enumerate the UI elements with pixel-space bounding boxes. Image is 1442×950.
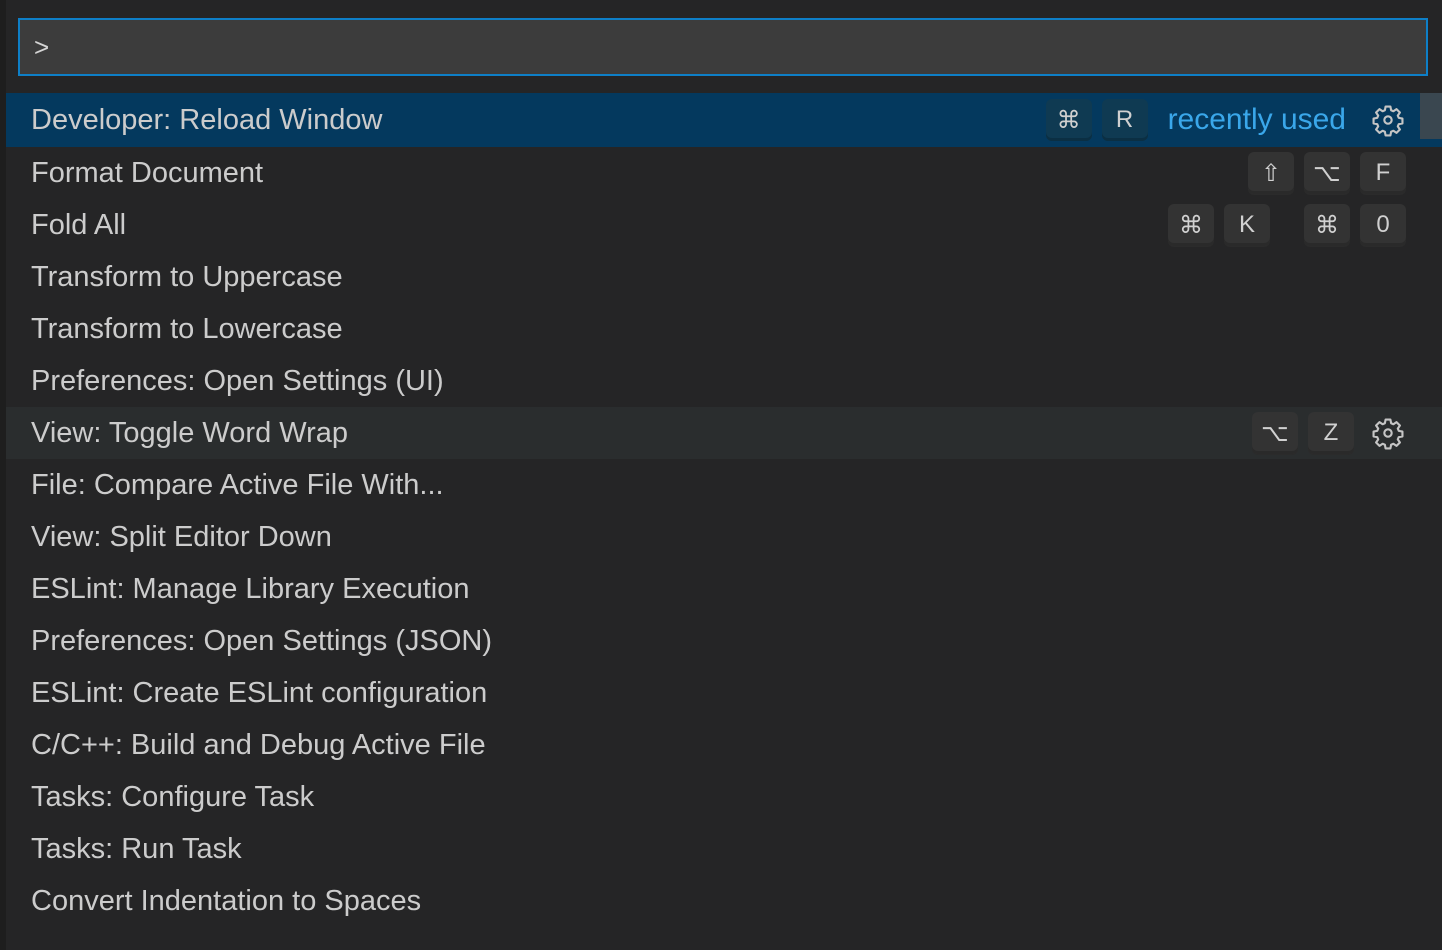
command-keybinding: ⌥ Z — [1252, 407, 1406, 459]
command-item[interactable]: Format Document ⇧ ⌥ F — [6, 147, 1442, 199]
command-label: ESLint: Manage Library Execution — [31, 572, 470, 605]
command-item[interactable]: View: Toggle Word Wrap ⌥ Z — [6, 407, 1442, 459]
command-item[interactable]: Preferences: Open Settings (JSON) — [6, 615, 1442, 667]
command-item[interactable]: Developer: Reload Window ⌘ Rrecently used — [6, 93, 1442, 147]
key-cap: F — [1360, 152, 1406, 194]
command-keybinding: ⌘ K ⌘ 0 — [1168, 199, 1406, 251]
gear-icon[interactable] — [1370, 102, 1406, 138]
command-item[interactable]: Transform to Uppercase — [6, 251, 1442, 303]
command-label: Transform to Uppercase — [31, 260, 343, 293]
key-cap: ⌘ — [1045, 99, 1092, 141]
command-palette: Developer: Reload Window⌘Rrecently usedF… — [6, 0, 1442, 950]
command-item[interactable]: View: Split Editor Down — [6, 511, 1442, 563]
command-label: Preferences: Open Settings (UI) — [31, 364, 444, 397]
command-label: Developer: Reload Window — [31, 103, 383, 136]
command-item[interactable]: Fold All ⌘ K ⌘ 0 — [6, 199, 1442, 251]
key-cap: 0 — [1360, 204, 1406, 246]
key-cap: K — [1224, 204, 1270, 246]
command-item[interactable]: Transform to Lowercase — [6, 303, 1442, 355]
key-cap: ⌥ — [1304, 152, 1350, 194]
command-item[interactable]: Preferences: Open Settings (UI) — [6, 355, 1442, 407]
command-input[interactable] — [32, 30, 1426, 64]
command-item[interactable]: C/C++: Build and Debug Active File — [6, 719, 1442, 771]
command-item[interactable]: File: Compare Active File With... — [6, 459, 1442, 511]
gear-icon[interactable] — [1370, 415, 1406, 451]
command-label: ESLint: Create ESLint configuration — [31, 676, 488, 709]
command-list: Developer: Reload Window ⌘ Rrecently used F… — [6, 93, 1442, 927]
key-cap: Z — [1308, 412, 1354, 454]
command-item[interactable]: Tasks: Configure Task — [6, 771, 1442, 823]
command-label: Tasks: Run Task — [31, 832, 242, 865]
command-label: Tasks: Configure Task — [31, 780, 315, 813]
command-label: Transform to Lowercase — [31, 312, 343, 345]
key-cap: R — [1101, 99, 1148, 141]
command-label: Preferences: Open Settings (JSON) — [31, 624, 492, 657]
command-item[interactable]: Tasks: Run Task — [6, 823, 1442, 875]
command-input-container[interactable] — [18, 18, 1428, 76]
recently-used-label: recently used — [1167, 103, 1346, 136]
command-item[interactable]: ESLint: Create ESLint configuration — [6, 667, 1442, 719]
command-label: C/C++: Build and Debug Active File — [31, 728, 486, 761]
key-cap: ⌥ — [1252, 412, 1298, 454]
command-keybinding: ⇧ ⌥ F — [1248, 147, 1406, 199]
command-label: View: Split Editor Down — [31, 520, 332, 553]
key-cap: ⌘ — [1304, 204, 1350, 246]
command-label: View: Toggle Word Wrap — [31, 416, 349, 449]
command-label: Format Document — [31, 156, 264, 189]
command-item[interactable]: ESLint: Manage Library Execution — [6, 563, 1442, 615]
key-cap: ⌘ — [1168, 204, 1214, 246]
command-label: Convert Indentation to Spaces — [31, 884, 422, 917]
command-label: Fold All — [31, 208, 127, 241]
command-label: File: Compare Active File With... — [31, 468, 444, 501]
command-item[interactable]: Convert Indentation to Spaces — [6, 875, 1442, 927]
key-cap: ⇧ — [1248, 152, 1294, 194]
command-keybinding: ⌘ Rrecently used — [1045, 93, 1406, 147]
scrollbar-thumb[interactable] — [1420, 93, 1442, 139]
